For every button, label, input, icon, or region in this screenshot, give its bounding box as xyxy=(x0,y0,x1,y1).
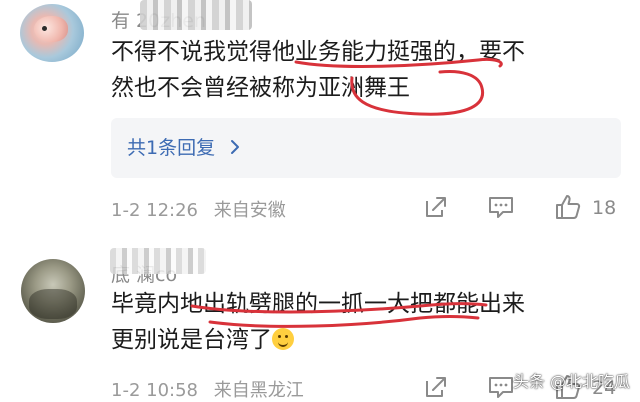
comment-location: 来自安徽 xyxy=(213,200,286,221)
avatar[interactable] xyxy=(21,259,85,323)
redaction-overlay xyxy=(140,0,252,30)
replies-label: 共1条回复 xyxy=(127,137,216,159)
share-icon[interactable] xyxy=(422,373,450,401)
comment-date: 1-2 12:26 xyxy=(111,200,198,221)
avatar[interactable] xyxy=(20,4,84,62)
comment-text-line: 毕竟内地出轨劈腿的一抓一大把都能出来 xyxy=(111,291,525,317)
watermark: 头条 @北北吃瓜 xyxy=(512,372,630,391)
comment-text: 不得不说我觉得他业务能力挺强的，要不 然也不会曾经被称为亚洲舞王 xyxy=(111,34,525,106)
comment-text-segment: 更别说是台湾了 xyxy=(111,327,272,353)
redaction-overlay xyxy=(110,248,206,274)
view-replies-link[interactable]: 共1条回复 xyxy=(127,133,241,160)
comment-meta: 1-2 10:58 来自黑龙江 xyxy=(111,376,314,402)
comment-location: 来自黑龙江 xyxy=(213,380,304,401)
avatar-shade xyxy=(29,289,77,319)
comment-item: 有 20zhen 不得不说我觉得他业务能力挺强的，要不 然也不会曾经被称为亚洲舞… xyxy=(0,0,640,232)
comment-text-line: 然也不会曾经被称为亚洲舞王 xyxy=(111,75,410,101)
comment-text-line: 更别说是台湾了 xyxy=(111,322,525,358)
shrug-emoji-icon xyxy=(272,328,294,350)
comment-date: 1-2 10:58 xyxy=(111,380,198,401)
share-icon[interactable] xyxy=(422,193,450,221)
comment-icon[interactable] xyxy=(487,193,515,221)
avatar-eye xyxy=(42,26,47,31)
comment-meta: 1-2 12:26 来自安徽 xyxy=(111,196,296,222)
avatar-fish xyxy=(34,16,68,42)
comment-text: 毕竟内地出轨劈腿的一抓一大把都能出来 更别说是台湾了 xyxy=(111,286,525,358)
replies-box[interactable]: 共1条回复 xyxy=(111,118,621,178)
thumbs-up-icon[interactable] xyxy=(554,193,582,221)
comment-text-line: 不得不说我觉得他业务能力挺强的，要不 xyxy=(111,39,525,65)
comment-icon[interactable] xyxy=(487,373,515,401)
like-count: 18 xyxy=(592,197,617,219)
chevron-right-icon xyxy=(231,140,240,154)
